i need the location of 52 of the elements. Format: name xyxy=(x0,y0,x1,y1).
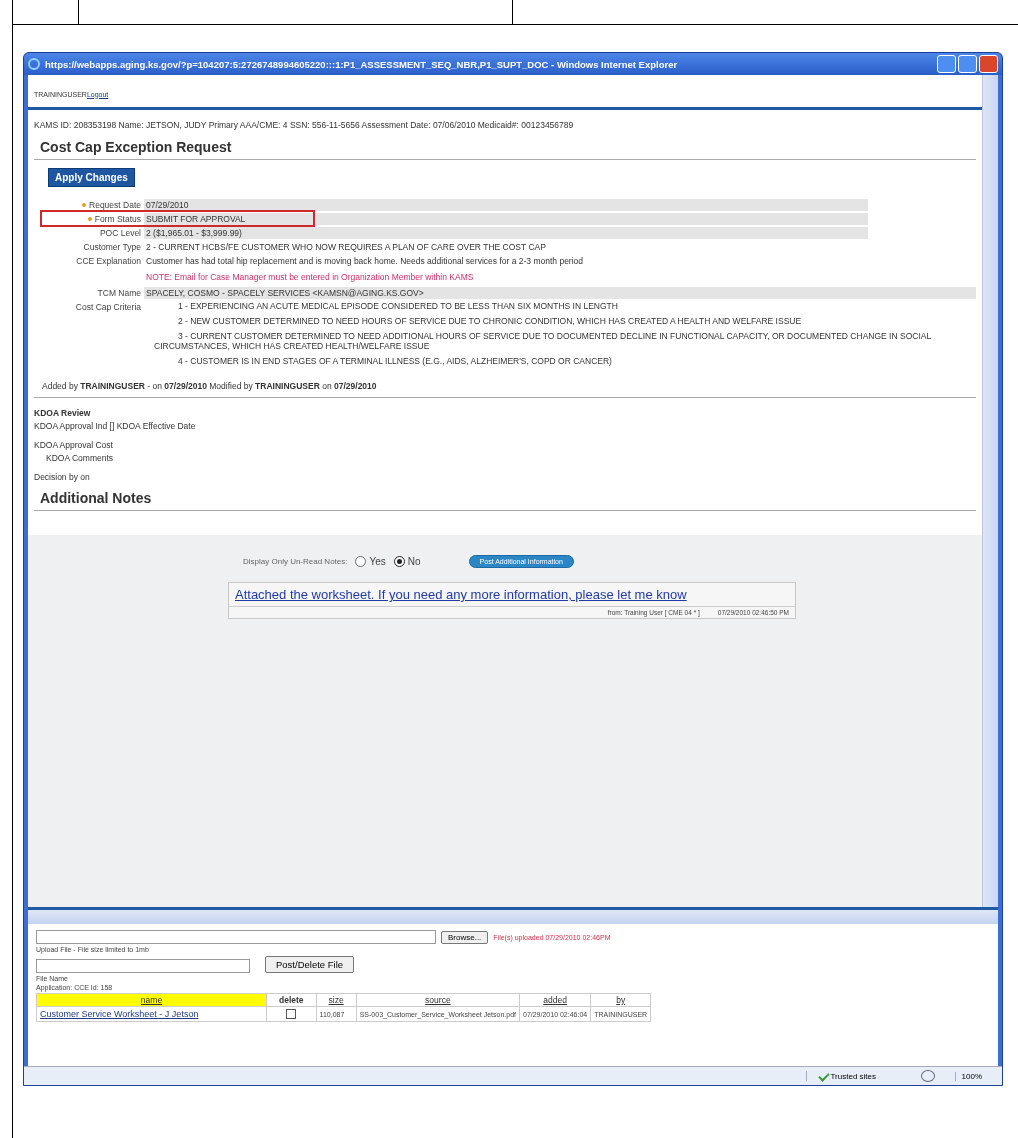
radio-option[interactable]: Yes xyxy=(355,556,386,567)
field-value: SPACELY, COSMO - SPACELY SERVICES <KAMSN@AGING.KS.GOV> xyxy=(146,288,424,298)
apply-changes-button[interactable]: Apply Changes xyxy=(48,168,135,187)
section-title: Cost Cap Exception Request xyxy=(34,137,976,160)
audit-text: Added by TRAININGUSER - on 07/29/2010 Modified by TRAININGUSER on 07/29/2010 xyxy=(34,371,976,398)
file-input-field[interactable] xyxy=(36,930,436,944)
criteria-text: 2 - NEW CUSTOMER DETERMINED TO NEED HOURS OF SERVICE DUE TO CHRONIC CONDITION, WHICH HAS CREATED A HEALTH AND WELFARE ISSUE xyxy=(177,316,803,326)
field-label: POC Level xyxy=(99,228,141,238)
review-text: KDOA Approval Cost xyxy=(34,440,114,450)
field-value: 2 - CURRENT HCBS/FE CUSTOMER WHO NOW REQUIRES A PLAN OF CARE OVER THE COST CAP xyxy=(146,242,546,252)
field-value: Customer has had total hip replacement and is moving back home. Needs additional services for a 2-3 month period xyxy=(146,256,584,266)
criteria-text: 4 - CUSTOMER IS IN END STAGES OF A TERMINAL ILLNESS (E.G., AIDS, ALZHEIMER'S, COPD OR CANCER) xyxy=(177,356,613,366)
field-value: SUBMIT FOR APPROVAL xyxy=(146,214,246,224)
column-header[interactable]: by xyxy=(590,993,651,1007)
minimize-button[interactable] xyxy=(937,55,956,73)
column-header[interactable]: added xyxy=(519,993,591,1007)
field-label: Form Status xyxy=(94,214,141,224)
field-label: CCE Explanation xyxy=(76,256,141,266)
browse-button[interactable]: Browse... xyxy=(441,930,489,944)
column-header[interactable]: name xyxy=(36,993,267,1007)
delete-checkbox[interactable] xyxy=(286,1009,297,1019)
column-header: delete xyxy=(266,993,317,1007)
vertical-scrollbar[interactable] xyxy=(982,75,998,907)
field-label: Cost Cap Criteria xyxy=(75,302,141,312)
field-value: 07/29/2010 xyxy=(146,200,189,210)
note-link[interactable]: Attached the worksheet. If you need any more information, please let me know xyxy=(235,587,687,602)
review-title: KDOA Review xyxy=(34,408,92,418)
customer-info: KAMS ID: 208353198 Name: JETSON, JUDY Primary AAA/CME: 4 SSN: 556-11-5656 Assessment Date: 07/06/2010 Medicaid#: 00123456789 xyxy=(34,120,575,130)
note-text: NOTE: Email for Case Manager must be entered in Organization Member within KAMS xyxy=(145,271,475,284)
section-title: Additional Notes xyxy=(34,488,976,511)
security-zone: Trusted sites xyxy=(830,1071,877,1081)
browser-icon xyxy=(28,58,40,70)
filter-label: Display Only Un-Read Notes: xyxy=(243,557,348,566)
column-header[interactable]: source xyxy=(356,993,520,1007)
close-button[interactable] xyxy=(979,55,998,73)
file-name-field[interactable] xyxy=(36,959,250,973)
criteria-text: 1 - EXPERIENCING AN ACUTE MEDICAL EPISODE CONSIDERED TO BE LESS THAN SIX MONTHS IN LENGTH xyxy=(177,301,619,311)
field-label: Customer Type xyxy=(83,242,141,252)
zoom-level[interactable]: 100% xyxy=(954,1071,982,1081)
column-header[interactable]: size xyxy=(316,993,357,1007)
criteria-text: 3 - CURRENT CUSTOMER DETERMINED TO NEED ADDITIONAL HOURS OF SERVICE DUE TO DOCUMENTED DECLINE IN FUNCTIONAL CAPACITY, OR DOCUMENTED CHANGE IN SOCIAL CIRCUMSTANCES, WHICH HAS CREATED HEALTH/WELFARE ISSUE xyxy=(154,331,932,351)
field-label: Request Date xyxy=(89,200,141,210)
field-label: TCM Name xyxy=(97,288,141,298)
review-text: KDOA Approval Ind [] KDOA Effective Date xyxy=(34,421,197,431)
horizontal-scrollbar[interactable] xyxy=(28,907,998,924)
review-text: KDOA Comments xyxy=(45,453,115,463)
radio-option[interactable]: No xyxy=(393,556,421,567)
post-delete-button[interactable]: Post/Delete File xyxy=(265,955,355,973)
field-value: 2 ($1,965.01 - $3,999.99) xyxy=(146,228,242,238)
maximize-button[interactable] xyxy=(958,55,977,73)
window-title: https://webapps.aging.ks.gov/?p=104207:5:2726748994605220:::1:P1_ASSESSMENT_SEQ_NBR,P1_SUPT_DOC - Windows Internet Explorer xyxy=(45,58,679,70)
review-text: Decision by on xyxy=(34,472,91,482)
